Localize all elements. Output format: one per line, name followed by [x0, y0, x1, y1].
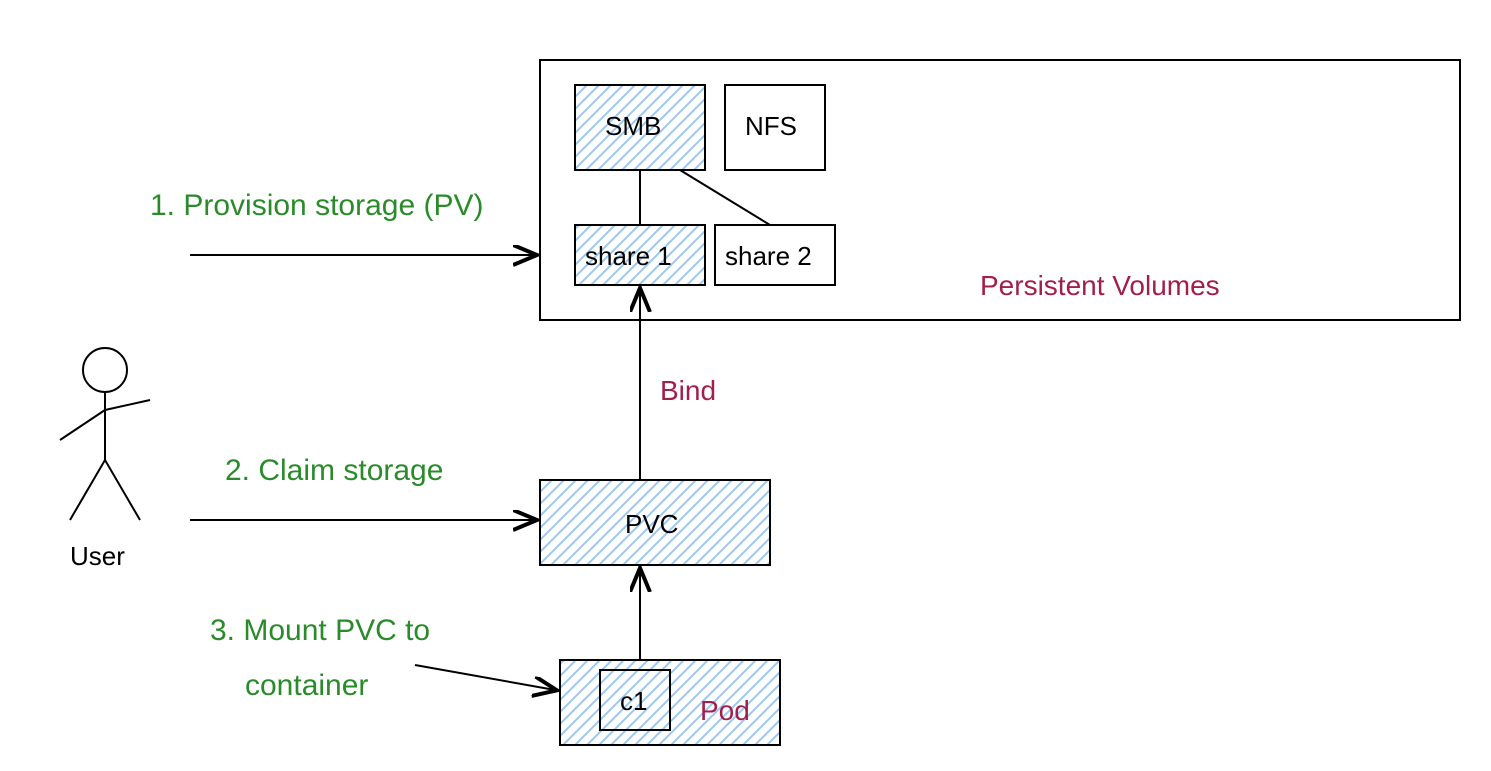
user-icon — [60, 348, 150, 520]
step1-label: 1. Provision storage (PV) — [150, 189, 483, 222]
pod-label: Pod — [700, 695, 750, 726]
step3-label-line1: 3. Mount PVC to — [210, 614, 430, 647]
share2-label: share 2 — [725, 241, 812, 271]
persistent-volumes-label: Persistent Volumes — [980, 270, 1220, 301]
share1-label: share 1 — [585, 241, 672, 271]
user-label: User — [70, 541, 125, 571]
pvc-label: PVC — [625, 509, 678, 539]
step2-label: 2. Claim storage — [225, 454, 443, 487]
step3-label-line2: container — [245, 669, 368, 702]
c1-label: c1 — [620, 686, 647, 716]
smb-label: SMB — [605, 111, 661, 141]
smb-to-share2-line — [680, 170, 770, 225]
bind-label: Bind — [660, 375, 716, 406]
nfs-label: NFS — [745, 111, 797, 141]
step3-arrow — [415, 665, 555, 690]
